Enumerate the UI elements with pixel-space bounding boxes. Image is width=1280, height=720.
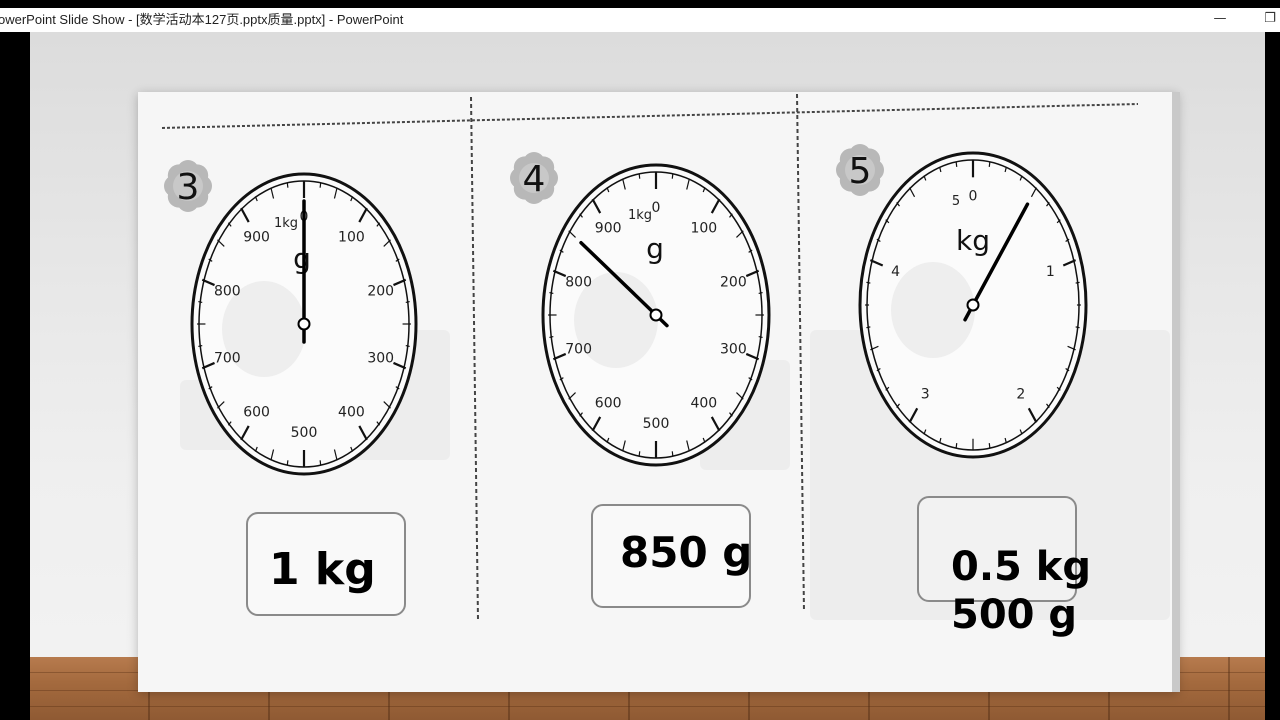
minor-tick: [866, 326, 871, 329]
scale-label: 900: [243, 230, 270, 246]
scale-label: 500: [291, 425, 318, 441]
minor-tick: [638, 451, 641, 457]
unit-label: kg: [956, 224, 990, 257]
minor-tick: [638, 173, 641, 179]
dial-5-answer-g: 500 g: [951, 592, 1078, 638]
dial-5-answer-kg: 0.5 kg: [951, 544, 1092, 590]
needle-pivot: [297, 317, 311, 331]
scale-label: 100: [338, 230, 365, 246]
column-divider: [470, 96, 479, 621]
question-number: 4: [523, 159, 546, 200]
minor-tick: [286, 182, 289, 188]
unit-label: g: [293, 242, 311, 275]
scale-label: 0: [652, 200, 661, 216]
minor-tick: [988, 161, 991, 167]
scale-label: 600: [595, 395, 622, 411]
worksheet-drawing: 01002003004005006007008009001kgg30100200…: [161, 93, 1139, 621]
minor-tick: [671, 173, 674, 179]
scale-label: 200: [720, 275, 747, 291]
minor-tick: [549, 292, 554, 294]
dial-4: 0 100 200 300 400 500 600 700 800 900 1kg g 4: [510, 152, 771, 467]
scale-label: 400: [690, 395, 717, 411]
scale-label: 500: [643, 416, 670, 432]
minor-tick: [549, 336, 554, 338]
needle-pivot: [966, 298, 980, 312]
minor-tick: [758, 336, 763, 338]
dial-4-answer: 850 g: [620, 528, 753, 577]
minor-tick: [1075, 281, 1080, 284]
scale-label: 600: [243, 404, 270, 420]
question-number-badge: 5: [836, 144, 884, 196]
dial-shadow-blot: [891, 262, 975, 358]
minor-tick: [988, 443, 991, 449]
minor-tick: [198, 301, 203, 303]
top-scale-label: 1kg: [628, 208, 652, 223]
scale-label: 700: [214, 350, 241, 366]
scale-label: 2: [1016, 387, 1025, 403]
minor-tick: [319, 460, 322, 466]
minor-tick: [758, 292, 763, 294]
scale-label: 0: [969, 189, 978, 205]
question-number: 3: [177, 167, 200, 208]
minor-tick: [866, 281, 871, 284]
scale-label: 3: [921, 387, 930, 403]
minor-tick: [955, 161, 958, 167]
dial-5: 0 1 2 3 4 5 kg 5: [836, 144, 1088, 459]
top-scale-label: 5: [952, 194, 960, 209]
minor-tick: [405, 301, 410, 303]
scale-label: 800: [214, 284, 241, 300]
scale-label: 200: [367, 284, 394, 300]
top-scale-label: 1kg: [274, 216, 298, 231]
minor-tick: [955, 443, 958, 449]
minor-tick: [405, 345, 410, 347]
minor-tick: [319, 182, 322, 188]
minor-tick: [1075, 326, 1080, 329]
scale-label: 300: [367, 350, 394, 366]
column-divider: [796, 93, 805, 613]
dial-3-answer: 1 kg: [269, 544, 376, 595]
dial-3: 01002003004005006007008009001kgg3: [164, 160, 418, 476]
scale-label: 900: [595, 221, 622, 237]
top-dashed-line: [161, 103, 1139, 129]
minor-tick: [286, 460, 289, 466]
scale-label: 800: [565, 275, 592, 291]
minor-tick: [198, 345, 203, 347]
scale-label: 700: [565, 341, 592, 357]
needle-pivot: [649, 308, 663, 322]
scale-label: 4: [891, 264, 900, 280]
question-number-badge: 4: [510, 152, 558, 204]
scale-label: 100: [690, 221, 717, 237]
scale-label: 1: [1046, 264, 1055, 280]
scale-label: 400: [338, 404, 365, 420]
question-number-badge: 3: [164, 160, 212, 212]
unit-label: g: [646, 232, 664, 265]
question-number: 5: [849, 151, 872, 192]
minor-tick: [671, 451, 674, 457]
scale-label: 300: [720, 341, 747, 357]
